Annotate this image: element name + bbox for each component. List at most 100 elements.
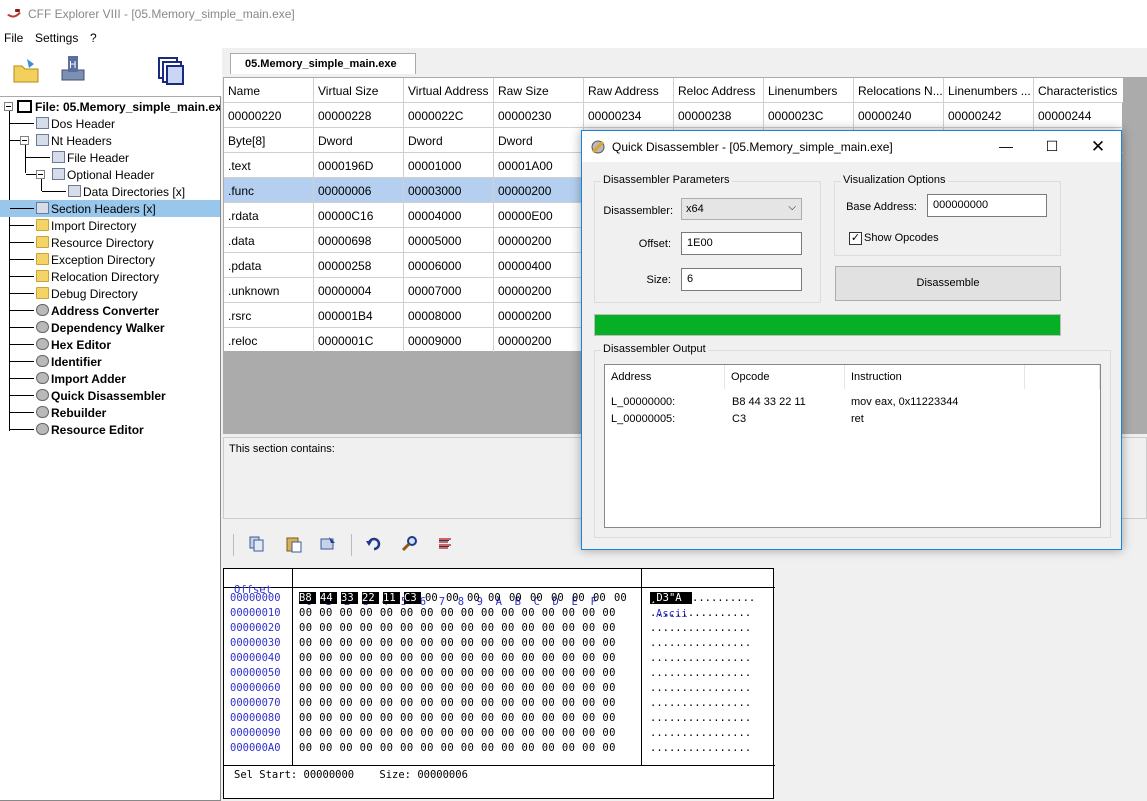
offset-cell[interactable]: 0000022C [404, 103, 494, 128]
tree-root-file[interactable]: File: 05.Memory_simple_main.exe [0, 98, 220, 115]
table-cell[interactable]: 00000698 [314, 228, 404, 253]
minimize-button[interactable]: — [983, 131, 1029, 162]
maximize-button[interactable]: ☐ [1029, 131, 1075, 162]
hex-byte[interactable]: 44 [320, 592, 337, 604]
hex-row[interactable]: 00000030 00 00 00 00 00 00 00 00 00 00 00… [224, 637, 775, 652]
search-icon[interactable] [401, 535, 419, 553]
hex-bytes[interactable]: 00 00 00 00 00 00 00 00 00 00 00 00 00 0… [299, 742, 616, 754]
table-cell[interactable]: 00001000 [404, 153, 494, 178]
tab-file[interactable]: 05.Memory_simple_main.exe [230, 53, 416, 74]
tree-item-resource-editor[interactable]: Resource Editor [0, 421, 220, 438]
table-cell[interactable]: 000001B4 [314, 303, 404, 328]
tree-item-quick-disassembler[interactable]: Quick Disassembler [0, 387, 220, 404]
offset-cell[interactable]: 00000240 [854, 103, 944, 128]
tree-item-rebuilder[interactable]: Rebuilder [0, 404, 220, 421]
tree-item-hex-editor[interactable]: Hex Editor [0, 336, 220, 353]
paste-icon[interactable] [285, 535, 303, 553]
column-opcode[interactable]: Opcode [725, 365, 845, 389]
tree-item-file-header[interactable]: File Header [0, 149, 220, 166]
hex-bytes[interactable]: B8 44 33 22 11 C3 00 00 00 00 00 00 00 00 00 00 [299, 592, 635, 604]
offset-cell[interactable]: 00000230 [494, 103, 584, 128]
hex-byte[interactable]: 00 [488, 592, 509, 604]
table-cell[interactable]: 00005000 [404, 228, 494, 253]
table-cell[interactable]: 0000001C [314, 328, 404, 353]
tree-item-section-headers[interactable]: Section Headers [x] [0, 200, 220, 217]
table-cell[interactable]: 00000C16 [314, 203, 404, 228]
hex-row[interactable]: 00000080 00 00 00 00 00 00 00 00 00 00 00… [224, 712, 775, 727]
disassembler-select[interactable]: x64 ⌵ [681, 198, 802, 220]
table-cell[interactable]: .rsrc [224, 303, 314, 328]
tree-item-import-adder[interactable]: Import Adder [0, 370, 220, 387]
table-cell[interactable]: 00000200 [494, 328, 584, 353]
type-cell[interactable]: Dword [494, 128, 584, 153]
hex-byte[interactable]: 00 [467, 592, 488, 604]
offset-cell[interactable]: 00000244 [1034, 103, 1124, 128]
hex-row[interactable]: 00000090 00 00 00 00 00 00 00 00 00 00 00… [224, 727, 775, 742]
tree-item-resource-directory[interactable]: Resource Directory [0, 234, 220, 251]
size-input[interactable]: 6 [681, 268, 802, 291]
hex-bytes[interactable]: 00 00 00 00 00 00 00 00 00 00 00 00 00 0… [299, 652, 616, 664]
column-header[interactable]: Linenumbers ... [944, 78, 1034, 103]
column-address[interactable]: Address [605, 365, 725, 389]
output-opcode[interactable]: B8 44 33 22 11 [732, 396, 806, 408]
close-button[interactable]: ✕ [1075, 131, 1121, 162]
hex-byte[interactable]: 00 [593, 592, 614, 604]
table-cell[interactable]: 00000E00 [494, 203, 584, 228]
offset-cell[interactable]: 00000220 [224, 103, 314, 128]
collapse-icon[interactable] [36, 170, 45, 179]
copy-icon[interactable] [248, 535, 266, 553]
windows-icon[interactable] [157, 56, 187, 86]
fill-icon[interactable] [319, 535, 337, 553]
table-cell[interactable]: 00001A00 [494, 153, 584, 178]
table-cell[interactable]: 00003000 [404, 178, 494, 203]
save-file-icon[interactable]: H [58, 54, 88, 84]
output-address[interactable]: L_00000000: [611, 396, 675, 408]
hex-row[interactable]: 00000020 00 00 00 00 00 00 00 00 00 00 00… [224, 622, 775, 637]
show-opcodes-checkbox[interactable]: ✓ [849, 232, 862, 245]
type-cell[interactable]: Byte[8] [224, 128, 314, 153]
table-cell[interactable]: .pdata [224, 253, 314, 278]
hex-byte[interactable]: 00 [425, 592, 446, 604]
hex-byte[interactable]: C3 [404, 592, 421, 604]
menu-file[interactable]: File [4, 31, 23, 45]
menu-settings[interactable]: Settings [35, 31, 78, 45]
hex-bytes[interactable]: 00 00 00 00 00 00 00 00 00 00 00 00 00 0… [299, 607, 616, 619]
offset-cell[interactable]: 00000228 [314, 103, 404, 128]
collapse-icon[interactable] [4, 102, 13, 111]
table-cell[interactable]: 00000200 [494, 228, 584, 253]
table-cell[interactable]: .unknown [224, 278, 314, 303]
table-cell[interactable]: .rdata [224, 203, 314, 228]
tree-item-address-converter[interactable]: Address Converter [0, 302, 220, 319]
column-header[interactable]: Raw Address [584, 78, 674, 103]
tree-item-import-directory[interactable]: Import Directory [0, 217, 220, 234]
offset-cell[interactable]: 00000234 [584, 103, 674, 128]
hex-bytes[interactable]: 00 00 00 00 00 00 00 00 00 00 00 00 00 0… [299, 667, 616, 679]
hex-byte[interactable]: 22 [362, 592, 379, 604]
table-cell[interactable]: 00004000 [404, 203, 494, 228]
hex-row[interactable]: 00000050 00 00 00 00 00 00 00 00 00 00 00… [224, 667, 775, 682]
collapse-icon[interactable] [20, 136, 29, 145]
open-file-icon[interactable] [12, 56, 42, 86]
tree-item-data-directories[interactable]: Data Directories [x] [0, 183, 220, 200]
column-header[interactable]: Linenumbers [764, 78, 854, 103]
table-cell[interactable]: 00008000 [404, 303, 494, 328]
hex-byte[interactable]: 00 [530, 592, 551, 604]
tree-item-debug-directory[interactable]: Debug Directory [0, 285, 220, 302]
hex-row[interactable]: 00000040 00 00 00 00 00 00 00 00 00 00 00… [224, 652, 775, 667]
hex-bytes[interactable]: 00 00 00 00 00 00 00 00 00 00 00 00 00 0… [299, 697, 616, 709]
table-cell[interactable]: .text [224, 153, 314, 178]
output-address[interactable]: L_00000005: [611, 413, 675, 425]
table-cell[interactable]: 00009000 [404, 328, 494, 353]
hex-bytes[interactable]: 00 00 00 00 00 00 00 00 00 00 00 00 00 0… [299, 712, 616, 724]
hex-byte[interactable]: 00 [551, 592, 572, 604]
hex-bytes[interactable]: 00 00 00 00 00 00 00 00 00 00 00 00 00 0… [299, 727, 616, 739]
table-cell[interactable]: 00000200 [494, 178, 584, 203]
output-instruction[interactable]: ret [851, 413, 864, 425]
tree-item-dependency-walker[interactable]: Dependency Walker [0, 319, 220, 336]
offset-input[interactable]: 1E00 [681, 232, 802, 255]
table-cell[interactable]: 00000200 [494, 303, 584, 328]
tree-item-exception-directory[interactable]: Exception Directory [0, 251, 220, 268]
hex-byte[interactable]: 00 [572, 592, 593, 604]
column-header[interactable]: Reloc Address [674, 78, 764, 103]
menu-help[interactable]: ? [90, 31, 97, 45]
